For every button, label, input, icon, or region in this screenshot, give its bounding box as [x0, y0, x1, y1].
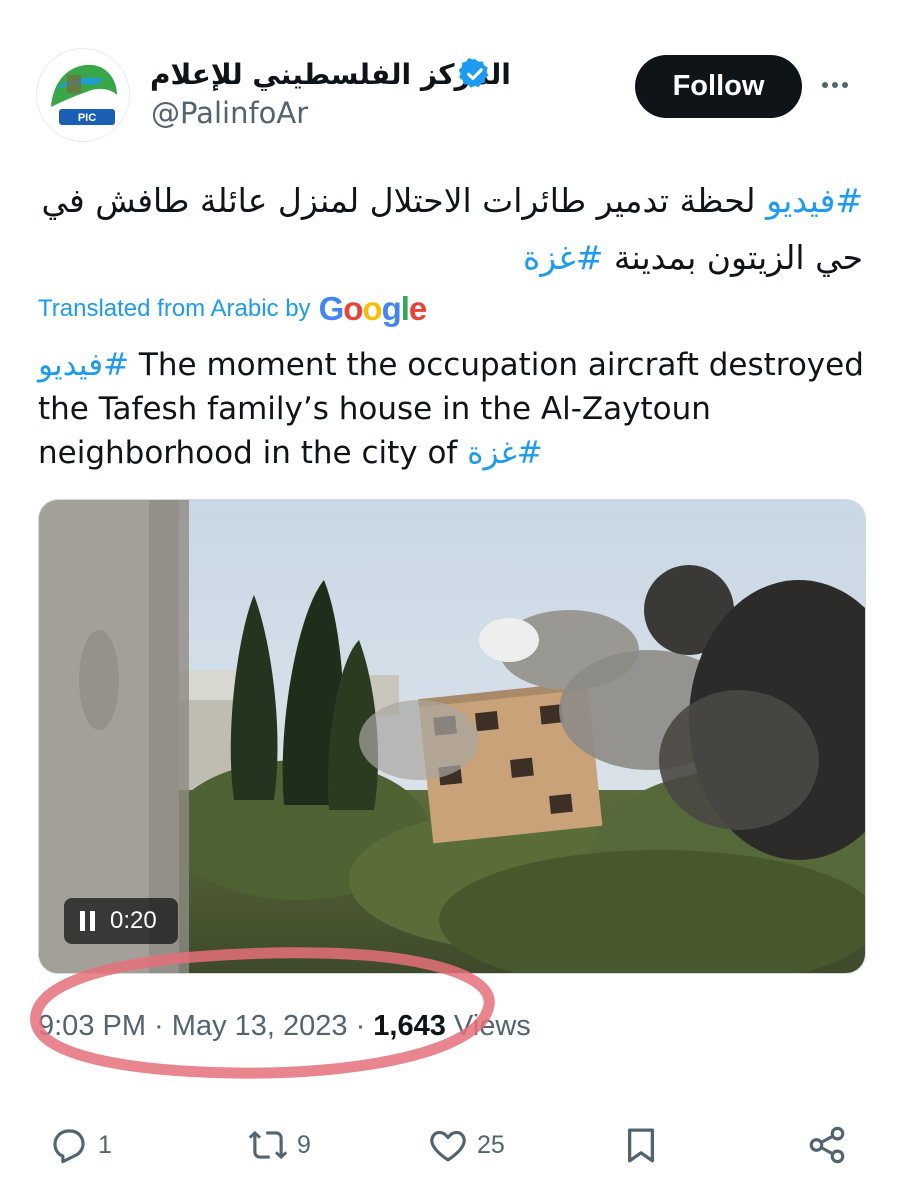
tweet-text-arabic: #فيديو لحظة تدمير طائرات الاحتلال لمنزل …	[33, 172, 863, 286]
red-circle-annotation	[30, 947, 495, 1079]
avatar[interactable]: PIC	[36, 48, 130, 142]
video-duration: 0:20	[110, 907, 157, 934]
handle[interactable]: @PalinfoAr	[151, 96, 308, 130]
repost-button[interactable]: 9	[247, 1122, 311, 1168]
reply-count: 1	[98, 1130, 112, 1159]
repost-count: 9	[297, 1130, 311, 1159]
translation-hashtag-video[interactable]: فيديو#	[38, 347, 129, 383]
like-button[interactable]: 25	[427, 1122, 505, 1168]
share-button[interactable]	[806, 1122, 848, 1168]
palinfo-logo-icon: PIC	[39, 51, 127, 139]
bookmark-icon	[627, 1128, 655, 1163]
repost-icon	[248, 1130, 288, 1160]
hashtag-gaza[interactable]: #غزة	[523, 238, 603, 277]
translated-from-label[interactable]: Translated from Arabic by Google	[38, 290, 428, 328]
like-count: 25	[477, 1130, 505, 1159]
arabic-line-1: #فيديو لحظة تدمير طائرات الاحتلال لمنزل …	[33, 172, 863, 229]
video-controls[interactable]: 0:20	[64, 898, 178, 944]
follow-button[interactable]: Follow	[635, 55, 802, 118]
account-name[interactable]: المركز الفلسطيني للإعلام	[150, 58, 511, 91]
arabic-line-1-text: لحظة تدمير طائرات الاحتلال لمنزل عائلة ط…	[41, 181, 767, 220]
more-dots-icon[interactable]	[815, 70, 855, 100]
reply-icon	[53, 1129, 85, 1164]
verified-badge-icon	[458, 58, 489, 88]
reply-button[interactable]: 1	[48, 1122, 112, 1168]
tweet-translation: فيديو# The moment the occupation aircraf…	[38, 343, 868, 475]
svg-text:PIC: PIC	[78, 112, 96, 124]
arabic-line-2: حي الزيتون بمدينة #غزة	[33, 229, 863, 286]
translation-text: The moment the occupation aircraft destr…	[38, 347, 864, 471]
bookmark-button[interactable]	[620, 1122, 662, 1168]
translation-hashtag-gaza[interactable]: غزة#	[467, 435, 543, 471]
google-logo: Google	[318, 290, 428, 327]
hashtag-video[interactable]: #فيديو	[766, 181, 863, 220]
translated-from-text: Translated from Arabic by	[38, 295, 311, 322]
pause-icon[interactable]	[78, 910, 98, 932]
share-icon	[809, 1126, 845, 1164]
arabic-line-2-text: حي الزيتون بمدينة	[603, 238, 863, 277]
heart-icon	[430, 1130, 466, 1162]
